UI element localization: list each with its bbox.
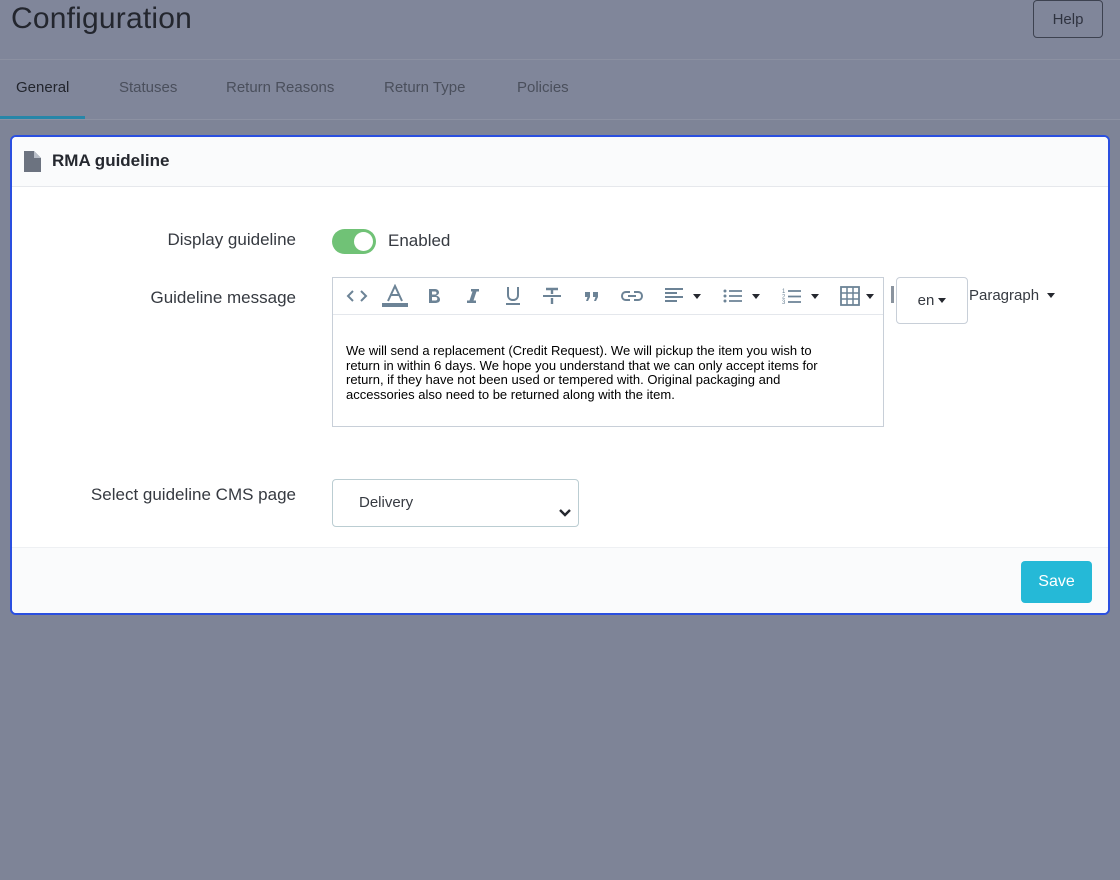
bold-icon[interactable] — [425, 284, 443, 308]
code-view-icon[interactable] — [345, 284, 369, 308]
tab-policies[interactable]: Policies — [501, 60, 585, 118]
chevron-down-icon — [810, 293, 819, 299]
tab-general[interactable]: General — [0, 60, 86, 119]
chevron-down-icon — [866, 293, 874, 299]
bullet-list-icon[interactable] — [719, 284, 763, 308]
numbered-list-icon[interactable]: 123 — [778, 284, 822, 308]
chevron-down-icon — [751, 293, 760, 299]
guideline-message-label: Guideline message — [150, 288, 296, 307]
align-icon[interactable] — [660, 284, 704, 308]
panel-header: RMA guideline — [12, 137, 1108, 187]
guideline-message-content[interactable]: We will send a replacement (Credit Reque… — [346, 343, 846, 402]
cms-page-label: Select guideline CMS page — [90, 485, 296, 504]
toolbar-overflow-divider — [891, 286, 894, 303]
chevron-down-icon — [692, 293, 701, 299]
rich-text-editor: 123 We will send a replacement (Credit R… — [332, 277, 884, 427]
cms-page-value: Delivery — [359, 494, 414, 511]
toggle-knob — [354, 232, 373, 251]
block-format-dropdown[interactable]: Paragraph — [969, 287, 1056, 304]
chevron-down-icon — [938, 298, 947, 303]
document-icon — [23, 151, 41, 177]
page-header: Configuration Help — [0, 0, 1120, 60]
tab-bar: General Statuses Return Reasons Return T… — [0, 60, 1120, 120]
table-icon[interactable] — [837, 284, 877, 308]
tab-return-type[interactable]: Return Type — [368, 60, 481, 118]
link-icon[interactable] — [620, 284, 644, 308]
blockquote-icon[interactable] — [583, 284, 601, 308]
display-guideline-toggle[interactable] — [332, 229, 376, 254]
italic-icon[interactable] — [464, 284, 482, 308]
language-selector[interactable]: en — [896, 277, 968, 324]
tab-return-reasons[interactable]: Return Reasons — [210, 60, 350, 118]
editor-toolbar: 123 — [333, 278, 883, 315]
panel-title: RMA guideline — [52, 151, 170, 170]
underline-icon[interactable] — [503, 284, 523, 308]
strikethrough-icon[interactable] — [541, 284, 563, 308]
tab-statuses[interactable]: Statuses — [103, 60, 193, 118]
save-button[interactable]: Save — [1021, 561, 1092, 603]
cms-page-select[interactable]: Delivery — [332, 479, 579, 527]
chevron-down-icon — [558, 494, 572, 540]
chevron-down-icon — [1047, 293, 1056, 298]
panel-footer: Save — [12, 547, 1108, 613]
toggle-state-label: Enabled — [388, 231, 451, 250]
rma-guideline-panel: RMA guideline Display guideline Enabled … — [10, 135, 1110, 615]
language-label: en — [917, 292, 935, 309]
svg-text:3: 3 — [782, 300, 786, 305]
display-guideline-label: Display guideline — [167, 230, 296, 249]
block-format-label: Paragraph — [969, 287, 1040, 304]
page-title: Configuration — [11, 2, 193, 35]
text-color-icon[interactable] — [382, 284, 408, 308]
help-button[interactable]: Help — [1033, 0, 1103, 38]
